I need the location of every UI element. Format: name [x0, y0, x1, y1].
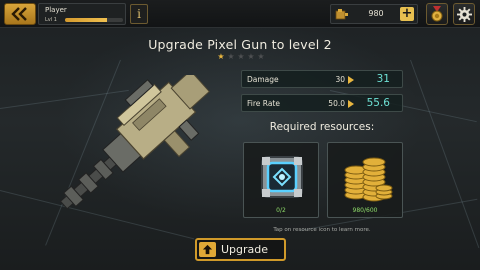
currency-panel: 980 +: [330, 4, 418, 24]
currency-value: 980: [368, 9, 384, 18]
xp-bar-fill: [65, 18, 107, 22]
resource-card-coins[interactable]: 980/600: [327, 142, 403, 218]
stat-current-value: 30: [335, 75, 345, 84]
upgrade-button-label: Upgrade: [221, 243, 269, 256]
coin-stack-icon: [344, 157, 393, 202]
upgrade-title: Upgrade Pixel Gun to level 2: [148, 37, 332, 52]
upgrade-button[interactable]: Upgrade: [195, 238, 286, 261]
stat-new-value: 55.6: [366, 97, 390, 109]
info-button[interactable]: i: [130, 4, 148, 24]
stat-label: Damage: [247, 75, 279, 84]
stat-row-damage: Damage 30 31: [241, 70, 403, 88]
star-icon: ★: [227, 52, 235, 61]
resource-count: 980/600: [352, 207, 378, 214]
star-icon: ★: [257, 52, 265, 61]
player-panel[interactable]: Player Lvl 1: [38, 3, 126, 25]
gear-icon: [456, 6, 472, 22]
stat-row-fire-rate: Fire Rate 50.0 55.6: [241, 94, 403, 112]
stat-new-value: 31: [376, 73, 390, 85]
star-icon: ★: [237, 52, 245, 61]
top-bar: Player Lvl 1 i 980 +: [0, 0, 480, 28]
resource-card-crate[interactable]: 0/2: [243, 142, 319, 218]
stat-label: Fire Rate: [247, 99, 280, 108]
supply-crate-icon: [261, 156, 303, 198]
back-button[interactable]: [4, 3, 36, 25]
stat-current-value: 50.0: [328, 99, 345, 108]
arrow-right-icon: [348, 76, 354, 84]
background-line: [410, 59, 480, 249]
double-chevron-left-icon: [11, 7, 27, 21]
add-currency-button[interactable]: +: [400, 7, 414, 21]
weapon-level-stars: ★ ★ ★ ★ ★: [217, 53, 265, 61]
player-level: Lvl 1: [45, 17, 57, 23]
star-icon: ★: [217, 52, 225, 61]
required-resources-title: Required resources:: [269, 121, 375, 133]
arrow-right-icon: [348, 100, 354, 108]
xp-bar: [65, 18, 123, 22]
gun-tank-icon: [335, 9, 348, 20]
settings-button[interactable]: [453, 3, 475, 25]
pixel-gun-model: [59, 75, 211, 210]
resource-hint: Tap on resource icon to learn more.: [273, 227, 371, 233]
resource-count: 0/2: [276, 207, 286, 214]
achievements-button[interactable]: [426, 3, 448, 25]
star-icon: ★: [247, 52, 255, 61]
upgrade-arrow-icon: [199, 242, 216, 257]
medal-icon: [431, 6, 443, 22]
player-name: Player: [45, 6, 67, 14]
